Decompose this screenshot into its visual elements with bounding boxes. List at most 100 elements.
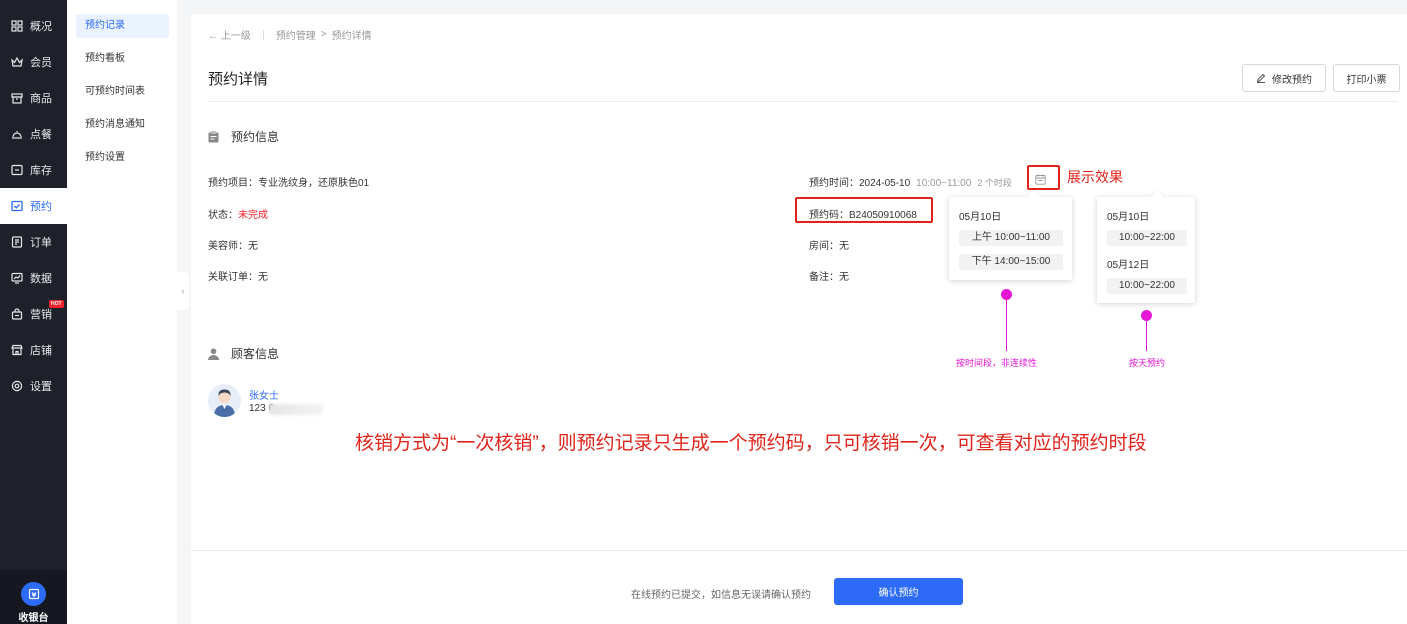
submit-note: 在线预约已提交，如信息无误请确认预约: [631, 590, 811, 601]
page-title: 预约详情: [208, 71, 269, 88]
nav-item-ordering[interactable]: 点餐: [0, 116, 67, 152]
title-divider: [208, 101, 1398, 102]
nav-item-members[interactable]: 会员: [0, 44, 67, 80]
crown-icon: [11, 56, 23, 68]
breadcrumb: ← 上一级 预约管理 > 预约详情: [208, 27, 372, 42]
order-list-icon: [11, 236, 23, 248]
sub-nav: 预约记录 预约看板 可预约时间表 预约消息通知 预约设置: [67, 0, 177, 624]
nav-label: 预约: [30, 201, 52, 213]
gear-icon: [11, 380, 23, 392]
phone-redaction: [269, 404, 323, 415]
nav-item-shop[interactable]: 店铺: [0, 332, 67, 368]
nav-item-inventory[interactable]: 库存: [0, 152, 67, 188]
nav-label: 订单: [30, 237, 52, 249]
by-time-slot-label: 按时间段，非连续性: [956, 358, 1038, 368]
popover-date: 05月10日: [959, 212, 1002, 223]
booking-detail-card: ← 上一级 预约管理 > 预约详情 预约详情 修改预约 打印小票 预约信息 预约…: [191, 14, 1407, 624]
display-effect-label: 展示效果: [1067, 169, 1123, 185]
cashier-icon: [21, 582, 46, 606]
nav-item-marketing[interactable]: 营销 HOT: [0, 296, 67, 332]
subnav-item-board[interactable]: 预约看板: [76, 47, 169, 71]
day-slot: 10:00~22:00: [1107, 278, 1187, 294]
booking-status: 状态：未完成: [208, 210, 268, 221]
breadcrumb-arrow: >: [320, 29, 327, 40]
app-root: 概况 会员 商品 点餐 库存 预约 订单 数据 营销 HOT 店铺 设置 收银台…: [0, 0, 1407, 624]
footer-divider: [191, 550, 1407, 551]
popover-date: 05月12日: [1107, 260, 1150, 271]
booking-remark: 备注：无: [809, 272, 849, 283]
nav-label: 数据: [30, 273, 52, 285]
subnav-item-notifications[interactable]: 预约消息通知: [76, 113, 169, 137]
calendar-icon-highlight: [1027, 165, 1060, 190]
customer-name[interactable]: 张女士: [249, 387, 279, 402]
shop-bag-icon: [11, 308, 23, 320]
booking-beautician: 美容师：无: [208, 241, 258, 252]
nav-label: 店铺: [30, 345, 52, 357]
popover-caret: [1149, 189, 1165, 205]
nav-item-booking[interactable]: 预约: [0, 188, 67, 224]
time-slot-morning: 上午 10:00~11:00: [959, 230, 1063, 246]
main-nav: 概况 会员 商品 点餐 库存 预约 订单 数据 营销 HOT 店铺 设置 收银台: [0, 0, 67, 624]
nav-label: 库存: [30, 165, 52, 177]
customer-info-title: 顾客信息: [208, 345, 279, 362]
arrow-left-icon: ←: [208, 31, 221, 42]
cashier-button[interactable]: 收银台: [0, 570, 67, 624]
breadcrumb-booking-management[interactable]: 预约管理: [276, 27, 316, 42]
customer-avatar: [208, 384, 241, 417]
booking-room: 房间：无: [809, 241, 849, 252]
print-receipt-button[interactable]: 打印小票: [1333, 64, 1400, 92]
confirm-booking-button[interactable]: 确认预约: [834, 578, 963, 605]
day-popover: 05月10日 10:00~22:00 05月12日 10:00~22:00: [1097, 189, 1195, 303]
calendar-check-icon: [11, 200, 23, 212]
user-icon: [208, 348, 220, 360]
subnav-item-records[interactable]: 预约记录: [76, 14, 169, 38]
popover-caret: [1026, 189, 1042, 205]
by-day-label: 按天预约: [1129, 358, 1166, 368]
nav-label: 营销: [30, 309, 52, 321]
status-value: 未完成: [238, 210, 268, 221]
nav-label: 会员: [30, 57, 52, 69]
subnav-item-timetable[interactable]: 可预约时间表: [76, 80, 169, 104]
store-box-icon: [11, 92, 23, 104]
booking-time: 预约时间：2024-05-10 10:00~11:00 2 个时段: [809, 178, 1012, 189]
chart-icon: [11, 272, 23, 284]
nav-item-overview[interactable]: 概况: [0, 8, 67, 44]
booking-time-range: 10:00~11:00: [916, 178, 972, 189]
cloche-icon: [11, 128, 23, 140]
collapse-sidebar-button[interactable]: ‹: [177, 272, 189, 310]
nav-label: 点餐: [30, 129, 52, 141]
nav-item-settings[interactable]: 设置: [0, 368, 67, 404]
breadcrumb-current: 预约详情: [331, 31, 372, 42]
nav-label: 概况: [30, 21, 52, 33]
nav-item-products[interactable]: 商品: [0, 80, 67, 116]
booking-info-title: 预约信息: [208, 128, 279, 145]
booking-project: 预约项目：专业洗纹身，还原肤色01: [208, 178, 370, 189]
nav-item-orders[interactable]: 订单: [0, 224, 67, 260]
person-avatar-icon: [214, 389, 235, 417]
annotation-caption: 核销方式为“一次核销”，则预约记录只生成一个预约码，只可核销一次，可查看对应的预…: [355, 433, 1147, 454]
chevron-left-icon: ‹: [181, 286, 185, 296]
edit-booking-button[interactable]: 修改预约: [1242, 64, 1326, 92]
grid-icon: [11, 20, 23, 32]
popover-date: 05月10日: [1107, 212, 1150, 223]
nav-label: 设置: [30, 381, 52, 393]
booking-code-highlight: [795, 197, 933, 223]
breadcrumb-separator: [262, 29, 264, 40]
clipboard-icon: [208, 130, 220, 143]
time-slot-popover: 05月10日 上午 10:00~11:00 下午 14:00~15:00: [949, 189, 1072, 280]
cashier-label: 收银台: [18, 613, 49, 624]
booking-related-order: 关联订单：无: [208, 272, 268, 283]
inventory-icon: [11, 164, 23, 176]
shop-icon: [11, 344, 23, 356]
booking-time-count: 2 个时段: [977, 178, 1012, 188]
subnav-item-settings[interactable]: 预约设置: [76, 146, 169, 170]
nav-label: 商品: [30, 93, 52, 105]
back-link[interactable]: ← 上一级: [208, 27, 251, 42]
annotation-line: [1146, 320, 1147, 351]
annotation-line: [1006, 299, 1007, 351]
hot-badge: HOT: [49, 300, 64, 308]
nav-item-data[interactable]: 数据: [0, 260, 67, 296]
pencil-icon: [1256, 73, 1266, 83]
day-slot: 10:00~22:00: [1107, 230, 1187, 246]
time-slot-afternoon: 下午 14:00~15:00: [959, 254, 1063, 270]
